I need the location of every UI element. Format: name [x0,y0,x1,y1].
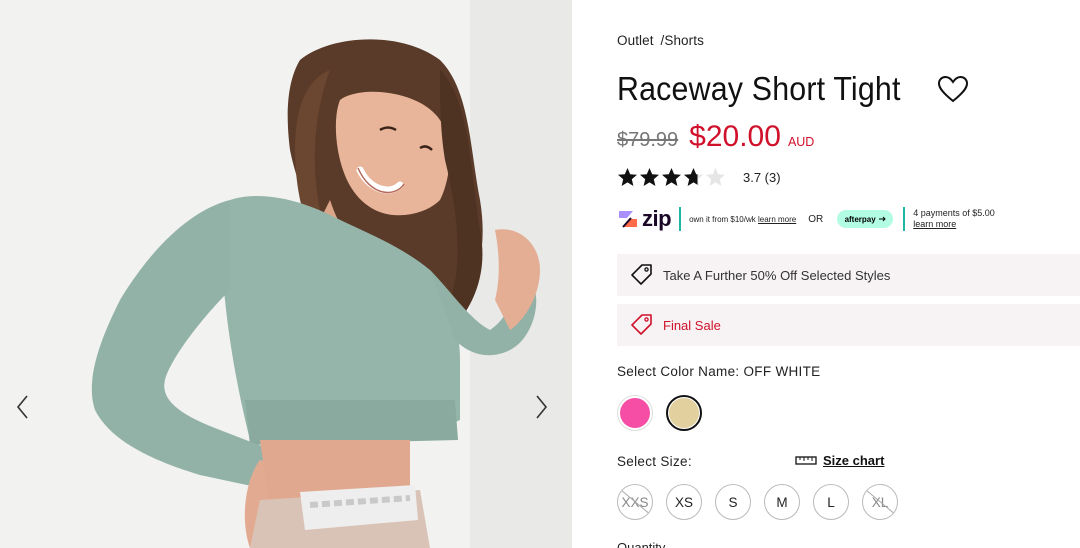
size-label: Select Size: [617,454,692,469]
color-label: Select Color Name: OFF WHITE [617,364,821,379]
afterpay-wordmark: afterpay [844,214,876,224]
size-option-xxs[interactable]: XXS [617,484,653,520]
previous-image-button[interactable] [10,392,34,422]
breadcrumb-outlet[interactable]: Outlet [617,33,654,48]
product-details-panel: Outlet /Shorts Raceway Short Tight $79.9… [617,0,1080,548]
heart-icon [937,75,969,103]
or-separator: OR [808,213,824,225]
rating-block[interactable]: 3.7 (3) [617,167,781,188]
promo-text: Final Sale [663,317,721,333]
afterpay-text: 4 payments of $5.00 [913,208,995,218]
star-icon [618,168,637,186]
color-swatches [617,395,715,431]
afterpay-arrows-icon [878,216,886,222]
original-price: $79.99 [617,129,679,151]
breadcrumb: Outlet /Shorts [617,33,707,48]
rating-count: 3.7 (3) [743,170,781,185]
swatch-color [669,398,699,428]
size-option-s[interactable]: S [715,484,751,520]
product-image-gallery[interactable] [0,0,572,548]
promo-banner-final-sale: Final Sale [617,304,1080,346]
chevron-left-icon [16,395,28,419]
afterpay-learn-more-link[interactable]: learn more [913,219,956,229]
star-icon [640,168,659,186]
breadcrumb-shorts[interactable]: /Shorts [660,33,703,48]
chevron-right-icon [536,395,548,419]
star-icon [662,168,681,186]
price-block: $79.99 $20.00 AUD [617,120,814,154]
quantity-label: Quantity [617,540,666,548]
afterpay-installment-text: 4 payments of $5.00 learn more [913,208,995,230]
currency-label: AUD [787,135,815,149]
promo-banner-further-off: Take A Further 50% Off Selected Styles [617,254,1080,296]
size-option-m[interactable]: M [764,484,800,520]
star-icon [706,168,725,186]
divider [679,207,682,231]
color-swatch-pink[interactable] [617,395,653,431]
tag-icon [631,264,652,285]
size-option-xl[interactable]: XL [862,484,898,520]
zip-installment-text: own it from $10/wk learn more [689,215,796,224]
size-option-l[interactable]: L [813,484,849,520]
sale-price: $20.00 [689,120,781,153]
zip-logo: zip [617,206,672,232]
size-chart-label: Size chart [823,453,885,468]
zip-learn-more-link[interactable]: learn more [758,215,796,224]
divider [903,207,906,231]
promo-text: Take A Further 50% Off Selected Styles [663,267,891,283]
size-option-xs[interactable]: XS [666,484,702,520]
zip-text: own it from $10/wk [689,214,756,224]
color-swatch-off-white[interactable] [666,395,702,431]
size-options: XXS XS S M L XL [617,484,911,520]
wishlist-button[interactable] [937,75,969,103]
next-image-button[interactable] [530,392,554,422]
payment-options: zip own it from $10/wk learn more OR aft… [617,204,1037,234]
product-title: Raceway Short Tight [617,70,901,107]
size-chart-link[interactable]: Size chart [795,453,884,468]
star-rating [617,167,727,188]
afterpay-badge: afterpay [837,210,894,228]
swatch-color [620,398,650,428]
star-icon [684,168,703,186]
tag-icon [631,314,652,335]
zip-wordmark: zip [642,206,672,231]
product-photo [0,0,572,548]
zip-mark-icon [619,211,637,228]
ruler-icon [795,455,817,465]
